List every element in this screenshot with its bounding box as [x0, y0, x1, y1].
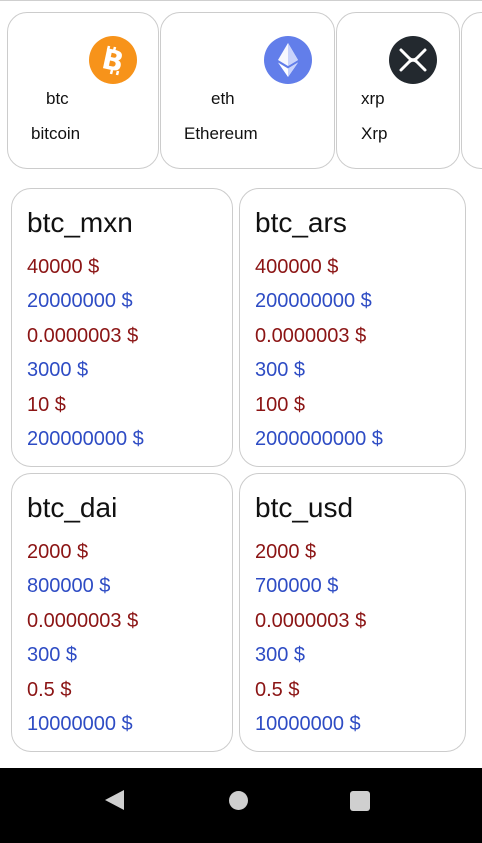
pair-title: btc_dai — [27, 492, 118, 523]
pair-card-btc-usd[interactable]: btc_usd 2000 $ 700000 $ 0.0000003 $ 300 … — [239, 473, 466, 752]
pair-value: 100 $ — [255, 394, 306, 416]
pair-value: 10000000 $ — [255, 713, 361, 735]
pair-card-btc-ars[interactable]: btc_ars 400000 $ 200000000 $ 0.0000003 $… — [239, 188, 466, 467]
pair-value: 0.5 $ — [27, 679, 72, 701]
coin-card-next[interactable] — [461, 12, 482, 169]
xrp-icon — [389, 36, 437, 84]
coin-card-xrp[interactable]: xrp Xrp — [336, 12, 460, 169]
coin-name: Ethereum — [184, 124, 258, 143]
pair-value: 0.0000003 $ — [27, 325, 139, 347]
ethereum-icon — [264, 36, 312, 84]
coin-symbol: xrp — [361, 89, 385, 108]
pair-value: 200000000 $ — [27, 428, 144, 450]
pair-title: btc_usd — [255, 492, 354, 523]
pair-value: 0.0000003 $ — [27, 610, 139, 632]
coin-symbol: btc — [46, 89, 69, 108]
pair-value: 2000 $ — [255, 541, 317, 563]
coin-card-eth[interactable]: eth Ethereum — [160, 12, 335, 169]
pair-card-btc-mxn[interactable]: btc_mxn 40000 $ 20000000 $ 0.0000003 $ 3… — [11, 188, 233, 467]
back-icon[interactable] — [105, 790, 124, 810]
pair-value: 300 $ — [255, 644, 306, 666]
svg-text:B: B — [99, 42, 127, 79]
pair-value: 10000000 $ — [27, 713, 133, 735]
pair-card-btc-dai[interactable]: btc_dai 2000 $ 800000 $ 0.0000003 $ 300 … — [11, 473, 233, 752]
home-icon[interactable] — [229, 791, 248, 810]
coin-symbol: eth — [211, 89, 235, 108]
pair-value: 2000 $ — [27, 541, 89, 563]
bitcoin-icon: B — [89, 36, 137, 84]
coin-name: bitcoin — [31, 124, 81, 143]
recents-icon[interactable] — [350, 791, 370, 811]
pair-value: 300 $ — [255, 359, 306, 381]
coin-card-btc[interactable]: B btc bitcoin — [7, 12, 159, 169]
pair-value: 0.0000003 $ — [255, 325, 367, 347]
coin-name: Xrp — [361, 124, 388, 143]
pair-value: 3000 $ — [27, 359, 89, 381]
pair-value: 400000 $ — [255, 256, 339, 278]
pair-title: btc_ars — [255, 207, 347, 238]
pair-value: 20000000 $ — [27, 290, 133, 312]
pair-value: 800000 $ — [27, 575, 111, 597]
pair-value: 700000 $ — [255, 575, 339, 597]
pair-value: 40000 $ — [27, 256, 100, 278]
pair-value: 2000000000 $ — [255, 428, 383, 450]
pair-title: btc_mxn — [27, 207, 133, 238]
coin-carousel[interactable]: B btc bitcoin eth Ethereum xrp Xrp — [0, 0, 482, 178]
system-navigation-bar — [0, 768, 482, 843]
pair-value: 200000000 $ — [255, 290, 372, 312]
pair-value: 0.0000003 $ — [255, 610, 367, 632]
pair-value: 300 $ — [27, 644, 78, 666]
pair-value: 0.5 $ — [255, 679, 300, 701]
pair-value: 10 $ — [27, 394, 66, 416]
